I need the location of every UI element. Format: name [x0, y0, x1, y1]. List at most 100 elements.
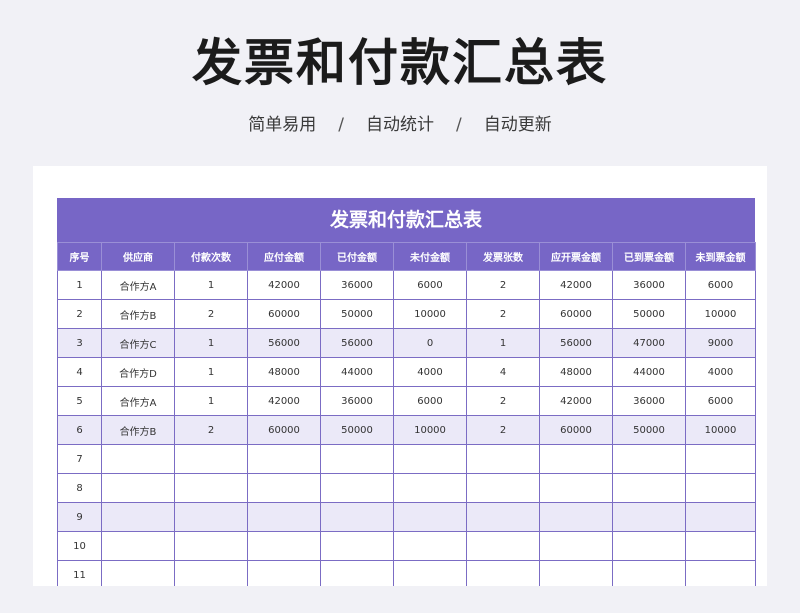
column-header[interactable]: 未付金额 [393, 242, 467, 271]
table-cell[interactable]: 1 [466, 328, 540, 358]
table-cell[interactable] [101, 502, 175, 532]
column-header[interactable]: 供应商 [101, 242, 175, 271]
table-cell[interactable]: 2 [466, 386, 540, 416]
table-cell[interactable]: 4 [57, 357, 102, 387]
table-cell[interactable]: 6000 [393, 386, 467, 416]
table-cell[interactable] [612, 444, 686, 474]
table-cell[interactable]: 1 [174, 357, 248, 387]
table-cell[interactable]: 2 [466, 299, 540, 329]
table-cell[interactable] [612, 531, 686, 561]
table-cell[interactable]: 60000 [539, 415, 613, 445]
table-cell[interactable]: 48000 [247, 357, 321, 387]
column-header[interactable]: 发票张数 [466, 242, 540, 271]
table-cell[interactable] [539, 531, 613, 561]
column-header[interactable]: 应开票金额 [539, 242, 613, 271]
table-cell[interactable] [393, 531, 467, 561]
table-cell[interactable]: 56000 [320, 328, 394, 358]
table-cell[interactable] [320, 502, 394, 532]
table-cell[interactable]: 60000 [539, 299, 613, 329]
table-cell[interactable]: 56000 [539, 328, 613, 358]
table-cell[interactable] [247, 560, 321, 586]
table-cell[interactable] [612, 473, 686, 503]
table-cell[interactable] [174, 502, 248, 532]
table-cell[interactable] [393, 560, 467, 586]
table-cell[interactable]: 6000 [685, 386, 756, 416]
table-cell[interactable] [320, 473, 394, 503]
table-cell[interactable] [247, 473, 321, 503]
table-cell[interactable]: 合作方B [101, 299, 175, 329]
table-cell[interactable]: 44000 [320, 357, 394, 387]
table-cell[interactable]: 60000 [247, 299, 321, 329]
column-header[interactable]: 应付金额 [247, 242, 321, 271]
table-cell[interactable] [320, 444, 394, 474]
table-cell[interactable] [101, 473, 175, 503]
table-cell[interactable]: 合作方D [101, 357, 175, 387]
table-cell[interactable]: 合作方A [101, 386, 175, 416]
table-cell[interactable]: 2 [174, 415, 248, 445]
table-cell[interactable]: 42000 [539, 270, 613, 300]
table-cell[interactable] [393, 444, 467, 474]
table-cell[interactable]: 11 [57, 560, 102, 586]
table-cell[interactable] [174, 560, 248, 586]
table-cell[interactable] [320, 560, 394, 586]
table-cell[interactable] [539, 502, 613, 532]
table-cell[interactable]: 7 [57, 444, 102, 474]
table-cell[interactable]: 2 [466, 415, 540, 445]
table-cell[interactable]: 0 [393, 328, 467, 358]
table-cell[interactable] [393, 502, 467, 532]
table-cell[interactable]: 36000 [320, 386, 394, 416]
table-cell[interactable] [466, 502, 540, 532]
table-cell[interactable]: 10000 [685, 415, 756, 445]
table-cell[interactable]: 5 [57, 386, 102, 416]
table-cell[interactable]: 50000 [612, 415, 686, 445]
table-cell[interactable] [101, 560, 175, 586]
table-cell[interactable] [466, 560, 540, 586]
table-cell[interactable]: 1 [174, 386, 248, 416]
table-cell[interactable] [539, 473, 613, 503]
table-cell[interactable]: 合作方C [101, 328, 175, 358]
table-cell[interactable]: 2 [466, 270, 540, 300]
table-cell[interactable] [174, 531, 248, 561]
table-cell[interactable] [101, 444, 175, 474]
table-cell[interactable]: 10000 [393, 415, 467, 445]
table-cell[interactable]: 9000 [685, 328, 756, 358]
column-header[interactable]: 序号 [57, 242, 102, 271]
table-cell[interactable] [685, 531, 756, 561]
table-cell[interactable] [174, 473, 248, 503]
table-cell[interactable]: 8 [57, 473, 102, 503]
table-cell[interactable]: 1 [174, 270, 248, 300]
table-cell[interactable]: 1 [57, 270, 102, 300]
table-cell[interactable]: 合作方A [101, 270, 175, 300]
table-cell[interactable]: 50000 [320, 415, 394, 445]
table-cell[interactable] [612, 560, 686, 586]
table-cell[interactable]: 10000 [685, 299, 756, 329]
table-cell[interactable]: 10 [57, 531, 102, 561]
table-cell[interactable] [685, 502, 756, 532]
table-cell[interactable] [393, 473, 467, 503]
table-cell[interactable]: 36000 [612, 270, 686, 300]
table-cell[interactable] [174, 444, 248, 474]
table-cell[interactable]: 4000 [393, 357, 467, 387]
table-cell[interactable]: 9 [57, 502, 102, 532]
table-cell[interactable]: 1 [174, 328, 248, 358]
column-header[interactable]: 已到票金额 [612, 242, 686, 271]
table-cell[interactable]: 42000 [247, 270, 321, 300]
table-cell[interactable]: 36000 [612, 386, 686, 416]
table-cell[interactable]: 6000 [393, 270, 467, 300]
table-cell[interactable] [247, 531, 321, 561]
table-cell[interactable]: 10000 [393, 299, 467, 329]
table-cell[interactable] [539, 444, 613, 474]
table-cell[interactable]: 42000 [247, 386, 321, 416]
table-cell[interactable] [466, 473, 540, 503]
table-cell[interactable] [612, 502, 686, 532]
table-cell[interactable]: 42000 [539, 386, 613, 416]
table-cell[interactable]: 4000 [685, 357, 756, 387]
table-cell[interactable] [685, 473, 756, 503]
table-cell[interactable] [101, 531, 175, 561]
table-cell[interactable]: 6 [57, 415, 102, 445]
table-cell[interactable]: 6000 [685, 270, 756, 300]
table-cell[interactable]: 60000 [247, 415, 321, 445]
table-cell[interactable] [685, 560, 756, 586]
table-cell[interactable]: 50000 [320, 299, 394, 329]
table-cell[interactable] [539, 560, 613, 586]
